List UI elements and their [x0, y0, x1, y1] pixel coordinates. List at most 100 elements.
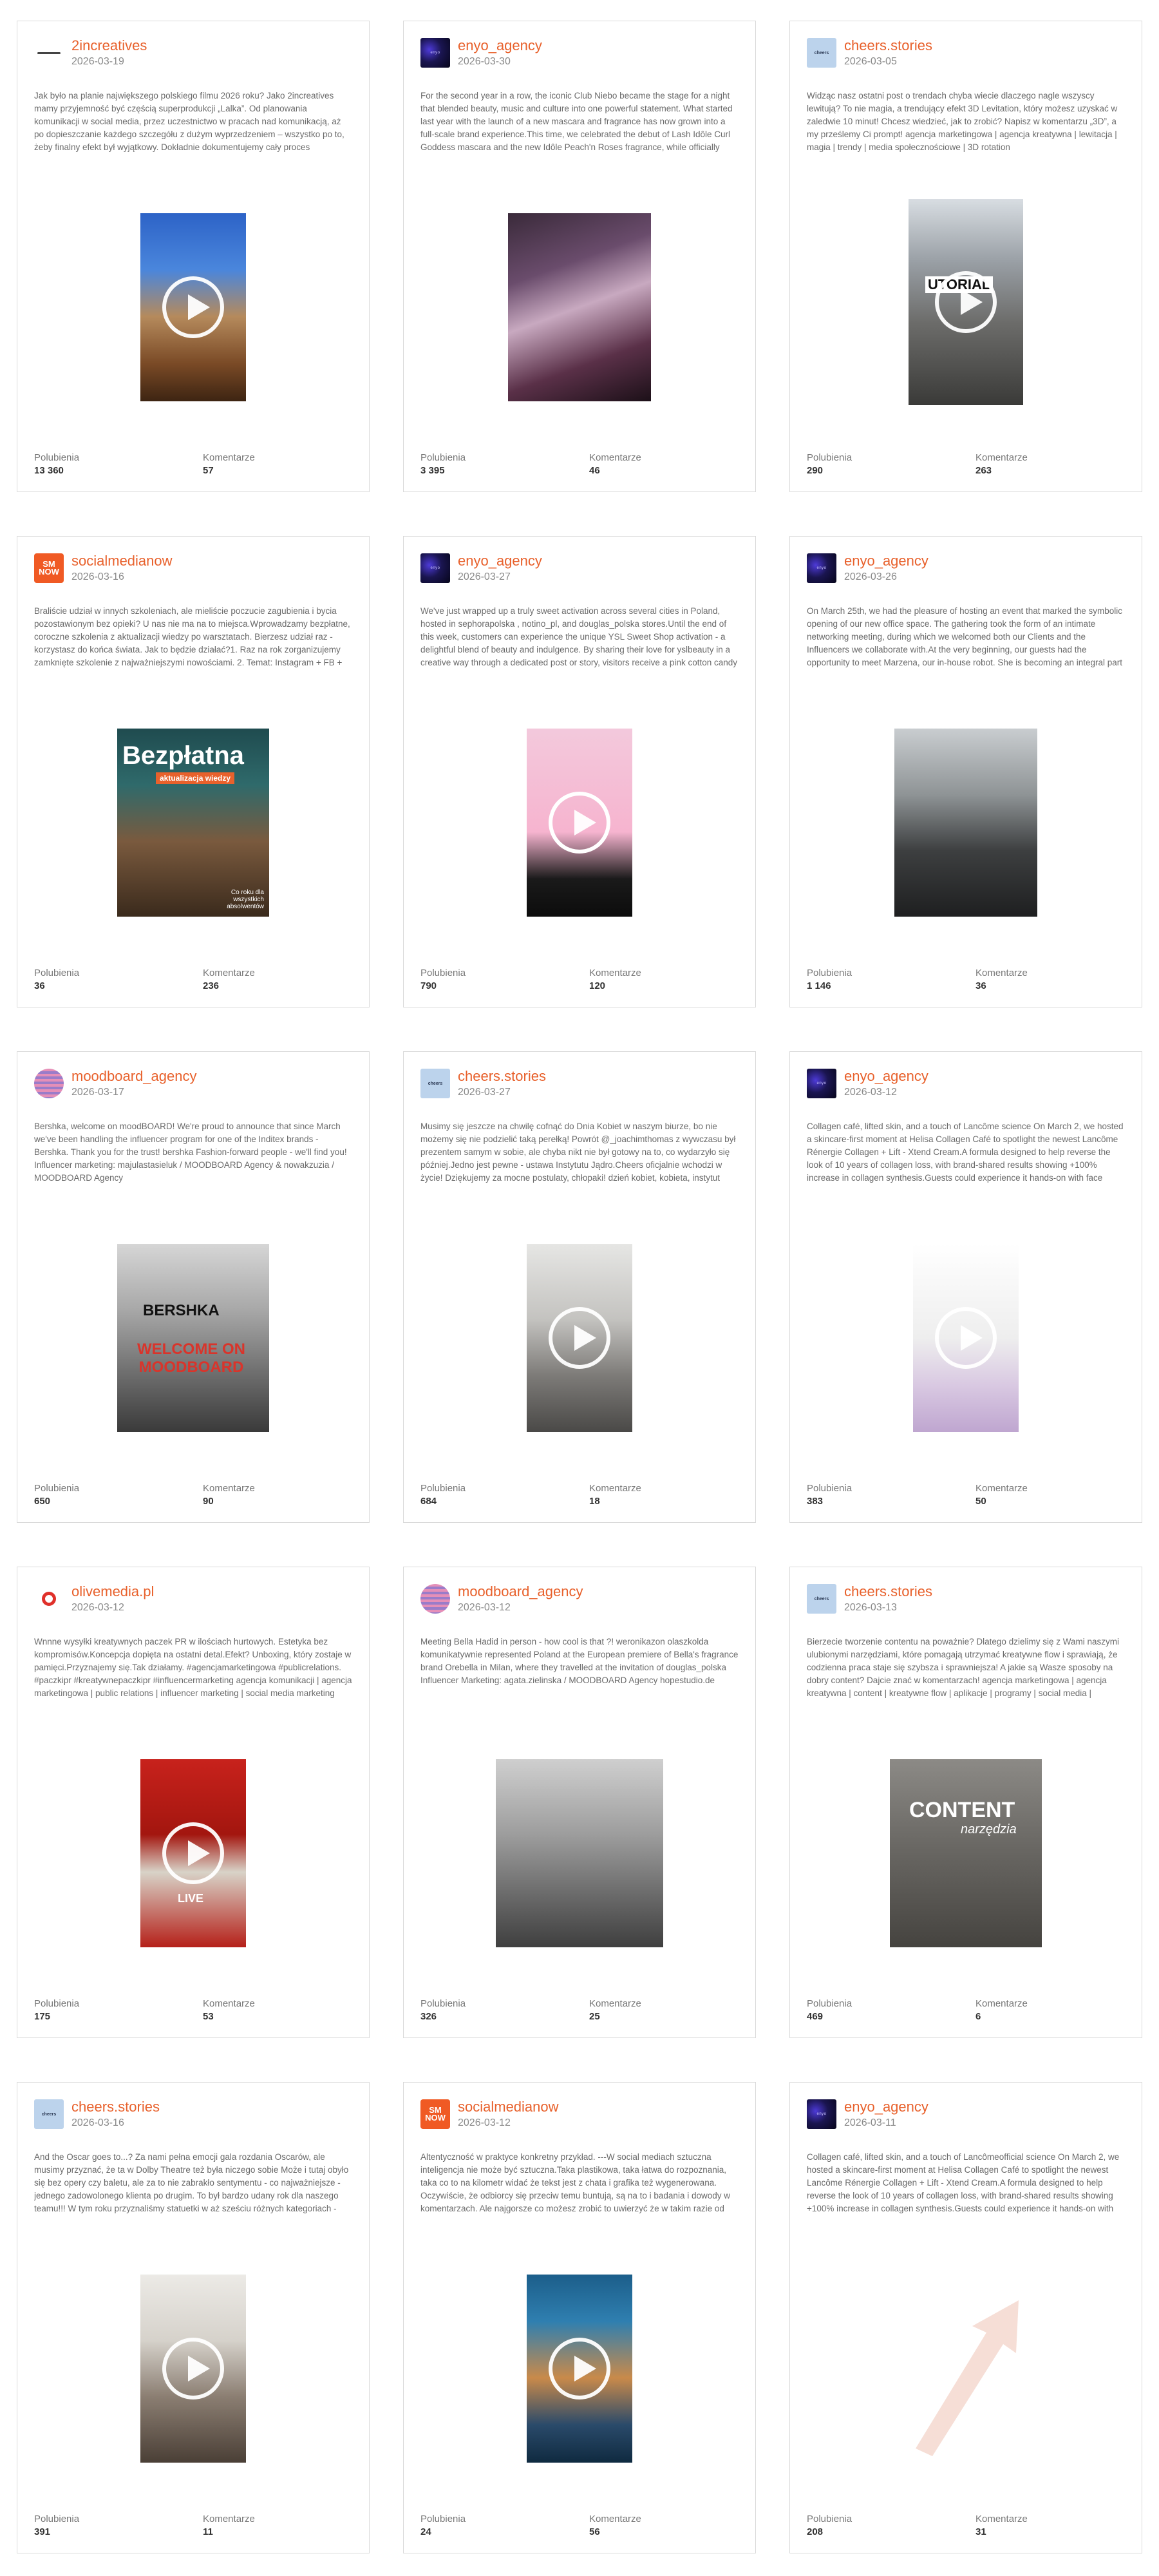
author-name-link[interactable]: cheers.stories [71, 2099, 160, 2115]
post-video-thumbnail[interactable]: LIVE [140, 1759, 246, 1947]
comments-count: 46 [589, 465, 600, 476]
post-card[interactable]: enyo enyo_agency 2026-03-26 On March 25t… [789, 536, 1142, 1007]
avatar[interactable]: enyo [420, 38, 450, 68]
play-icon[interactable] [162, 2338, 224, 2399]
post-video-thumbnail[interactable] [527, 729, 632, 917]
play-icon[interactable] [549, 1307, 610, 1369]
post-card[interactable]: cheers cheers.stories 2026-03-05 Widząc … [789, 21, 1142, 492]
post-card[interactable]: enyo enyo_agency 2026-03-11 Collagen caf… [789, 2082, 1142, 2553]
author-name-link[interactable]: cheers.stories [844, 37, 932, 54]
post-description: Wnnne wysyłki kreatywnych paczek PR w il… [34, 1637, 352, 1698]
post-date: 2026-03-30 [458, 56, 511, 67]
post-date: 2026-03-12 [71, 1602, 124, 1613]
avatar[interactable]: cheers [420, 1069, 450, 1098]
post-description: Braliście udział w innych szkoleniach, a… [34, 606, 350, 667]
play-icon[interactable] [549, 792, 610, 854]
author-name-link[interactable]: enyo_agency [844, 1068, 928, 1085]
post-card[interactable]: enyo enyo_agency 2026-03-30 For the seco… [403, 21, 756, 492]
avatar[interactable]: enyo [420, 553, 450, 583]
comments-label: Komentarze [975, 1998, 1028, 2009]
comments-count: 18 [589, 1496, 600, 1507]
likes-count: 36 [34, 980, 45, 991]
avatar[interactable] [34, 38, 64, 68]
post-image[interactable] [894, 729, 1037, 917]
post-header: enyo enyo_agency 2026-03-11 [807, 2098, 928, 2130]
post-description: Musimy się jeszcze na chwilę cofnąć do D… [420, 1121, 736, 1183]
likes-label: Polubienia [807, 2514, 853, 2524]
author-name-link[interactable]: moodboard_agency [71, 1068, 196, 1085]
play-icon[interactable] [162, 1822, 224, 1884]
author-name-link[interactable]: enyo_agency [844, 2099, 928, 2115]
play-icon[interactable] [549, 2338, 610, 2399]
post-stats: Polubienia 790 Komentarze 120 [420, 967, 758, 993]
avatar[interactable] [34, 1584, 64, 1614]
avatar[interactable]: cheers [34, 2099, 64, 2129]
author-name-link[interactable]: olivemedia.pl [71, 1583, 154, 1600]
post-card[interactable]: enyo enyo_agency 2026-03-12 Collagen caf… [789, 1051, 1142, 1523]
comments-label: Komentarze [589, 2514, 641, 2524]
post-card[interactable]: moodboard_agency 2026-03-12 Meeting Bell… [403, 1567, 756, 2038]
post-card[interactable]: cheers cheers.stories 2026-03-27 Musimy … [403, 1051, 756, 1523]
comments-count: 56 [589, 2526, 600, 2537]
post-card[interactable]: cheers cheers.stories 2026-03-16 And the… [17, 2082, 370, 2553]
post-image[interactable] [508, 213, 651, 401]
post-card[interactable]: olivemedia.pl 2026-03-12 Wnnne wysyłki k… [17, 1567, 370, 2038]
comments-count: 36 [975, 980, 986, 991]
post-description: Collagen café, lifted skin, and a touch … [807, 1121, 1124, 1183]
author-name-link[interactable]: socialmedianow [458, 2099, 559, 2115]
author-name-link[interactable]: enyo_agency [844, 553, 928, 569]
likes-label: Polubienia [807, 452, 853, 463]
likes-count: 326 [420, 2011, 437, 2022]
comments-count: 57 [203, 465, 214, 476]
post-card[interactable]: cheers cheers.stories 2026-03-13 Bierzec… [789, 1567, 1142, 2038]
post-card[interactable]: moodboard_agency 2026-03-17 Bershka, wel… [17, 1051, 370, 1523]
post-image-placeholder[interactable] [890, 2275, 1042, 2463]
post-card[interactable]: SM NOW socialmedianow 2026-03-12 Altentyc… [403, 2082, 756, 2553]
posts-grid: 2increatives 2026-03-19 Jak było na plan… [17, 21, 1142, 2553]
likes-label: Polubienia [420, 968, 466, 978]
post-header: enyo enyo_agency 2026-03-26 [807, 552, 928, 584]
avatar[interactable]: enyo [807, 2099, 836, 2129]
avatar[interactable]: SM NOW [420, 2099, 450, 2129]
post-card[interactable]: enyo enyo_agency 2026-03-27 We've just w… [403, 536, 756, 1007]
media-subtitle: narzędzia [961, 1822, 1017, 1837]
play-icon[interactable] [935, 1307, 997, 1369]
author-name-link[interactable]: enyo_agency [458, 37, 542, 54]
comments-label: Komentarze [203, 968, 255, 978]
avatar[interactable]: SM NOW [34, 553, 64, 583]
avatar[interactable]: enyo [807, 553, 836, 583]
play-icon[interactable] [162, 276, 224, 338]
post-video-thumbnail[interactable] [527, 2275, 632, 2463]
post-stats: Polubienia 208 Komentarze 31 [807, 2513, 1144, 2539]
avatar[interactable]: cheers [807, 38, 836, 68]
post-image[interactable]: Bezpłatna aktualizacja wiedzy Co roku dl… [117, 729, 269, 917]
post-image[interactable]: CONTENT narzędzia [890, 1759, 1042, 1947]
post-image[interactable]: BERSHKA WELCOME ON MOODBOARD [117, 1244, 269, 1432]
likes-count: 175 [34, 2011, 51, 2022]
author-name-link[interactable]: socialmedianow [71, 553, 173, 569]
post-video-thumbnail[interactable] [140, 2275, 246, 2463]
comments-label: Komentarze [203, 452, 255, 463]
post-video-thumbnail[interactable] [140, 213, 246, 401]
post-description: Collagen café, lifted skin, and a touch … [807, 2152, 1120, 2213]
author-name-link[interactable]: cheers.stories [844, 1583, 932, 1600]
post-video-thumbnail[interactable] [527, 1244, 632, 1432]
post-video-thumbnail[interactable] [913, 1244, 1019, 1432]
likes-label: Polubienia [34, 2514, 80, 2524]
post-card[interactable]: SM NOW socialmedianow 2026-03-16 Braliści… [17, 536, 370, 1007]
author-name-link[interactable]: 2increatives [71, 37, 147, 54]
post-image[interactable] [496, 1759, 663, 1947]
post-video-thumbnail[interactable]: UTORIAL [909, 199, 1023, 405]
avatar[interactable]: enyo [807, 1069, 836, 1098]
avatar[interactable]: cheers [807, 1584, 836, 1614]
play-icon[interactable] [935, 271, 997, 333]
avatar[interactable] [34, 1069, 64, 1098]
author-name-link[interactable]: enyo_agency [458, 553, 542, 569]
author-name-link[interactable]: moodboard_agency [458, 1583, 583, 1600]
avatar[interactable] [420, 1584, 450, 1614]
author-name-link[interactable]: cheers.stories [458, 1068, 546, 1085]
comments-count: 11 [203, 2526, 213, 2537]
likes-label: Polubienia [34, 1483, 80, 1494]
post-description: And the Oscar goes to...? Za nami pełna … [34, 2152, 349, 2213]
post-card[interactable]: 2increatives 2026-03-19 Jak było na plan… [17, 21, 370, 492]
